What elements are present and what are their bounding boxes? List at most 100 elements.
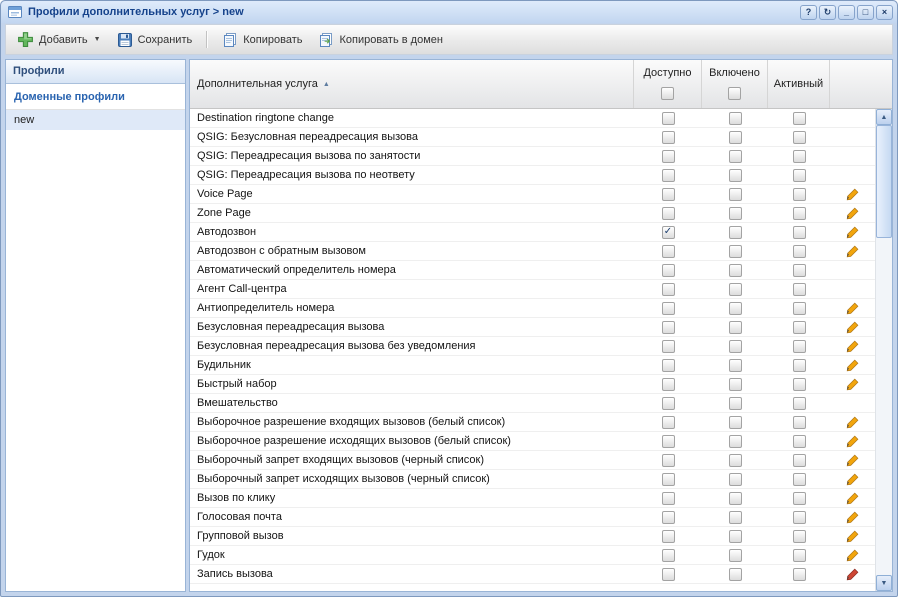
enabled-checkbox[interactable] — [729, 549, 742, 562]
available-checkbox[interactable] — [662, 112, 675, 125]
edit-icon[interactable] — [846, 188, 859, 201]
edit-icon[interactable] — [846, 454, 859, 467]
table-row[interactable]: Быстрый набор — [190, 375, 875, 394]
add-button[interactable]: Добавить ▼ — [10, 27, 108, 52]
available-checkbox[interactable] — [662, 359, 675, 372]
save-button[interactable]: Сохранить — [110, 28, 200, 52]
enabled-checkbox[interactable] — [729, 188, 742, 201]
table-row[interactable]: QSIG: Безусловная переадресация вызова — [190, 128, 875, 147]
available-checkbox[interactable] — [662, 454, 675, 467]
scroll-down-button[interactable]: ▼ — [876, 575, 892, 591]
edit-icon[interactable] — [846, 207, 859, 220]
edit-icon[interactable] — [846, 530, 859, 543]
table-row[interactable]: Zone Page — [190, 204, 875, 223]
edit-icon[interactable] — [846, 340, 859, 353]
enabled-checkbox[interactable] — [729, 492, 742, 505]
table-row[interactable]: Голосовая почта — [190, 508, 875, 527]
maximize-button[interactable]: □ — [857, 5, 874, 20]
sidebar-item-new[interactable]: new — [6, 110, 185, 130]
enabled-checkbox[interactable] — [729, 321, 742, 334]
table-row[interactable]: Автодозвон с обратным вызовом — [190, 242, 875, 261]
enabled-checkbox[interactable] — [729, 568, 742, 581]
table-row[interactable]: Безусловная переадресация вызова без уве… — [190, 337, 875, 356]
enabled-checkbox[interactable] — [729, 283, 742, 296]
refresh-button[interactable]: ↻ — [819, 5, 836, 20]
enabled-checkbox[interactable] — [729, 454, 742, 467]
copy-button[interactable]: Копировать — [215, 28, 309, 52]
table-row[interactable]: Запись вызова — [190, 565, 875, 584]
active-checkbox[interactable] — [793, 321, 806, 334]
available-checkbox[interactable] — [662, 435, 675, 448]
available-checkbox[interactable] — [662, 378, 675, 391]
enabled-checkbox[interactable] — [729, 530, 742, 543]
available-checkbox[interactable] — [662, 568, 675, 581]
column-header-enabled[interactable]: Включено — [702, 60, 768, 108]
table-row[interactable]: Безусловная переадресация вызова — [190, 318, 875, 337]
enabled-checkbox[interactable] — [729, 473, 742, 486]
active-checkbox[interactable] — [793, 511, 806, 524]
available-checkbox[interactable] — [662, 416, 675, 429]
edit-icon[interactable] — [846, 492, 859, 505]
active-checkbox[interactable] — [793, 549, 806, 562]
available-checkbox[interactable] — [662, 245, 675, 258]
active-checkbox[interactable] — [793, 131, 806, 144]
table-row[interactable]: Выборочный запрет входящих вызовов (черн… — [190, 451, 875, 470]
available-checkbox[interactable] — [662, 397, 675, 410]
available-checkbox[interactable] — [662, 549, 675, 562]
edit-icon[interactable] — [846, 511, 859, 524]
available-checkbox[interactable] — [662, 226, 675, 239]
scroll-up-button[interactable]: ▲ — [876, 109, 892, 125]
enabled-header-checkbox[interactable] — [728, 87, 741, 100]
scrollbar-thumb[interactable] — [876, 125, 892, 238]
active-checkbox[interactable] — [793, 435, 806, 448]
table-row[interactable]: QSIG: Переадресация вызова по неответу — [190, 166, 875, 185]
active-checkbox[interactable] — [793, 378, 806, 391]
available-checkbox[interactable] — [662, 473, 675, 486]
enabled-checkbox[interactable] — [729, 169, 742, 182]
active-checkbox[interactable] — [793, 359, 806, 372]
enabled-checkbox[interactable] — [729, 245, 742, 258]
available-checkbox[interactable] — [662, 131, 675, 144]
available-checkbox[interactable] — [662, 283, 675, 296]
table-row[interactable]: Выборочное разрешение исходящих вызовов … — [190, 432, 875, 451]
enabled-checkbox[interactable] — [729, 416, 742, 429]
table-row[interactable]: Будильник — [190, 356, 875, 375]
active-checkbox[interactable] — [793, 416, 806, 429]
active-checkbox[interactable] — [793, 397, 806, 410]
enabled-checkbox[interactable] — [729, 131, 742, 144]
active-checkbox[interactable] — [793, 568, 806, 581]
available-checkbox[interactable] — [662, 150, 675, 163]
enabled-checkbox[interactable] — [729, 150, 742, 163]
available-checkbox[interactable] — [662, 530, 675, 543]
table-row[interactable]: Вмешательство — [190, 394, 875, 413]
available-checkbox[interactable] — [662, 340, 675, 353]
available-checkbox[interactable] — [662, 188, 675, 201]
enabled-checkbox[interactable] — [729, 207, 742, 220]
active-checkbox[interactable] — [793, 207, 806, 220]
table-row[interactable]: Voice Page — [190, 185, 875, 204]
active-checkbox[interactable] — [793, 150, 806, 163]
edit-icon[interactable] — [846, 226, 859, 239]
enabled-checkbox[interactable] — [729, 359, 742, 372]
active-checkbox[interactable] — [793, 473, 806, 486]
enabled-checkbox[interactable] — [729, 112, 742, 125]
table-row[interactable]: Выборочное разрешение входящих вызовов (… — [190, 413, 875, 432]
active-checkbox[interactable] — [793, 492, 806, 505]
active-checkbox[interactable] — [793, 264, 806, 277]
table-row[interactable]: Автодозвон — [190, 223, 875, 242]
active-checkbox[interactable] — [793, 112, 806, 125]
enabled-checkbox[interactable] — [729, 302, 742, 315]
active-checkbox[interactable] — [793, 283, 806, 296]
active-checkbox[interactable] — [793, 302, 806, 315]
active-checkbox[interactable] — [793, 169, 806, 182]
enabled-checkbox[interactable] — [729, 378, 742, 391]
available-checkbox[interactable] — [662, 511, 675, 524]
scrollbar[interactable]: ▲ ▼ — [875, 109, 892, 591]
column-header-available[interactable]: Доступно — [634, 60, 702, 108]
edit-icon[interactable] — [846, 245, 859, 258]
available-checkbox[interactable] — [662, 264, 675, 277]
table-row[interactable]: QSIG: Переадресация вызова по занятости — [190, 147, 875, 166]
copy-to-domain-button[interactable]: Копировать в домен — [311, 28, 449, 52]
edit-icon[interactable] — [846, 359, 859, 372]
active-checkbox[interactable] — [793, 340, 806, 353]
